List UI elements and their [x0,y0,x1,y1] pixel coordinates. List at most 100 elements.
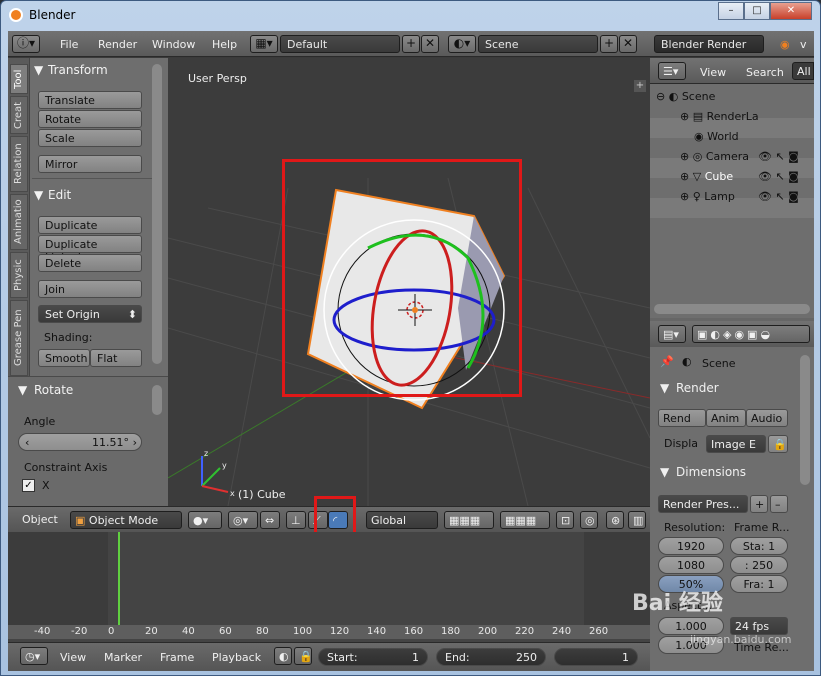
layers-grid-right[interactable]: ▦▦▦ [500,511,550,529]
lock-layer-icon[interactable]: ⊡ [556,511,574,529]
viewport-shading-dropdown[interactable]: ●▾ [188,511,222,529]
tab-create[interactable]: Creat [10,96,28,134]
transform-panel-header[interactable]: Transform [48,63,108,77]
set-origin-dropdown[interactable]: Set Origin ⬍ [38,305,142,323]
end-frame-field[interactable]: End: 250 [436,648,546,666]
translate-button[interactable]: Translate [38,91,142,109]
remove-scene-icon[interactable]: ✕ [619,35,637,53]
orientation-dropdown[interactable]: Global [366,511,438,529]
display-dropdown[interactable]: Image E [706,435,766,453]
remove-preset-icon[interactable]: – [770,495,788,513]
remove-layout-icon[interactable]: ✕ [421,35,439,53]
smooth-button[interactable]: Smooth [38,349,90,367]
layers-grid-left[interactable]: ▦▦▦ [444,511,494,529]
operator-header[interactable]: Rotate [34,383,73,397]
tab-grease-pencil[interactable]: Grease Pen [10,300,28,376]
render-presets-dropdown[interactable]: Render Pres... [658,495,748,513]
mode-dropdown[interactable]: ▣ Object Mode [70,511,182,529]
translate-manipulator-icon[interactable]: ⊥ [286,511,306,529]
outliner-editor-icon[interactable]: ☰▾ [658,62,686,80]
outliner-menu-view[interactable]: View [700,66,726,79]
outliner-h-scrollbar[interactable] [654,304,810,314]
outliner-item-lamp[interactable]: ⊕ ♀ Lamp [680,190,735,203]
pivot-point-dropdown[interactable]: ◎▾ [228,511,258,529]
timeline-editor[interactable]: -40 -20 0 20 40 60 80 100 120 140 160 180 200 220 240 2… [8,532,650,642]
manipulator-toggle-icon[interactable]: ⇔ [260,511,280,529]
duplicate-button[interactable]: Duplicate [38,216,142,234]
visibility-eye-icon[interactable]: 👁 ↖ ◙ [758,190,799,203]
resolution-y-field[interactable]: 1080 [658,556,724,574]
outliner-item-renderlayers[interactable]: ⊕ ▤ RenderLa [680,110,759,123]
scene-field[interactable]: Scene [478,35,598,53]
delete-button[interactable]: Delete [38,254,142,272]
timeline-menu-playback[interactable]: Playback [212,651,261,664]
visibility-eye-icon[interactable]: 👁 ↖ ◙ [758,170,799,183]
timeline-ruler[interactable]: -40 -20 0 20 40 60 80 100 120 140 160 180 200 220 240 2… [8,625,650,639]
dimensions-panel-arrow-icon[interactable]: ▼ [660,465,669,479]
current-frame-field[interactable]: 1 [554,648,638,666]
operator-scrollbar[interactable] [152,385,162,415]
outliner-item-scene[interactable]: ⊖ ◐ Scene [656,90,715,103]
maximize-button[interactable]: □ [744,2,770,20]
resolution-x-field[interactable]: 1920 [658,537,724,555]
info-editor-icon[interactable]: ⓘ▾ [12,35,40,53]
flat-button[interactable]: Flat [90,349,142,367]
menu-render[interactable]: Render [98,38,137,51]
add-layout-icon[interactable]: + [402,35,420,53]
tab-animation[interactable]: Animatio [10,194,28,250]
scene-icon[interactable]: ◐▾ [448,35,476,53]
render-panel-arrow-icon[interactable]: ▼ [660,381,669,395]
axis-x-checkbox[interactable]: ✓ [22,479,35,492]
edit-panel-header[interactable]: Edit [48,188,71,202]
angle-field[interactable]: ‹ 11.51° › [18,433,142,451]
render-preview-icon[interactable]: ▥ [628,511,646,529]
preview-range-icon[interactable]: ◐ [274,647,292,665]
screen-layout-field[interactable]: Default [280,35,400,53]
mirror-button[interactable]: Mirror [38,155,142,173]
operator-arrow-icon[interactable]: ▼ [18,383,27,397]
menu-window[interactable]: Window [152,38,195,51]
join-button[interactable]: Join [38,280,142,298]
add-scene-icon[interactable]: + [600,35,618,53]
tab-tool[interactable]: Tool [10,64,28,94]
menu-object[interactable]: Object [22,513,58,526]
outliner-item-cube[interactable]: ⊕ ▽ Cube [680,170,733,183]
render-button[interactable]: Rend [658,409,706,427]
properties-editor-icon[interactable]: ▤▾ [658,325,686,343]
audio-button[interactable]: Audio [746,409,788,427]
lock-range-icon[interactable]: 🔒 [294,647,313,665]
animation-button[interactable]: Anim [706,409,746,427]
snap-icon[interactable]: ⊛ [606,511,624,529]
tab-physics[interactable]: Physic [10,252,28,298]
rotate-button[interactable]: Rotate [38,110,142,128]
edit-panel-arrow-icon[interactable]: ▼ [34,188,43,202]
properties-scrollbar[interactable] [800,355,810,485]
dimensions-panel-header[interactable]: Dimensions [676,465,746,479]
lock-interface-icon[interactable]: 🔒 [768,435,788,453]
3d-viewport[interactable]: z y x User Persp (1) Cube + [168,58,650,506]
scale-button[interactable]: Scale [38,129,142,147]
frame-step-field[interactable]: Fra: 1 [730,575,788,593]
frame-end-field[interactable]: : 250 [730,556,788,574]
outliner-item-world[interactable]: ◉ World [694,130,739,143]
menu-file[interactable]: File [60,38,78,51]
visibility-eye-icon[interactable]: 👁 ↖ ◙ [758,150,799,163]
timeline-menu-marker[interactable]: Marker [104,651,142,664]
tab-relation[interactable]: Relation [10,136,28,192]
minimize-button[interactable]: – [718,2,744,20]
plus-toggle-icon[interactable]: + [634,80,646,92]
tool-shelf-scrollbar[interactable] [152,64,162,364]
outliner-menu-search[interactable]: Search [746,66,784,79]
proportional-edit-icon[interactable]: ◎ [580,511,598,529]
timeline-menu-frame[interactable]: Frame [160,651,194,664]
render-panel-header[interactable]: Render [676,381,719,395]
playhead-line[interactable] [118,532,120,639]
frame-start-field[interactable]: Sta: 1 [730,537,788,555]
add-preset-icon[interactable]: + [750,495,768,513]
timeline-menu-view[interactable]: View [60,651,86,664]
menu-help[interactable]: Help [212,38,237,51]
pin-icon[interactable]: 📌 [660,355,674,368]
close-button[interactable]: ✕ [770,2,812,20]
render-engine-dropdown[interactable]: Blender Render [654,35,764,53]
timeline-editor-icon[interactable]: ◷▾ [20,647,48,665]
